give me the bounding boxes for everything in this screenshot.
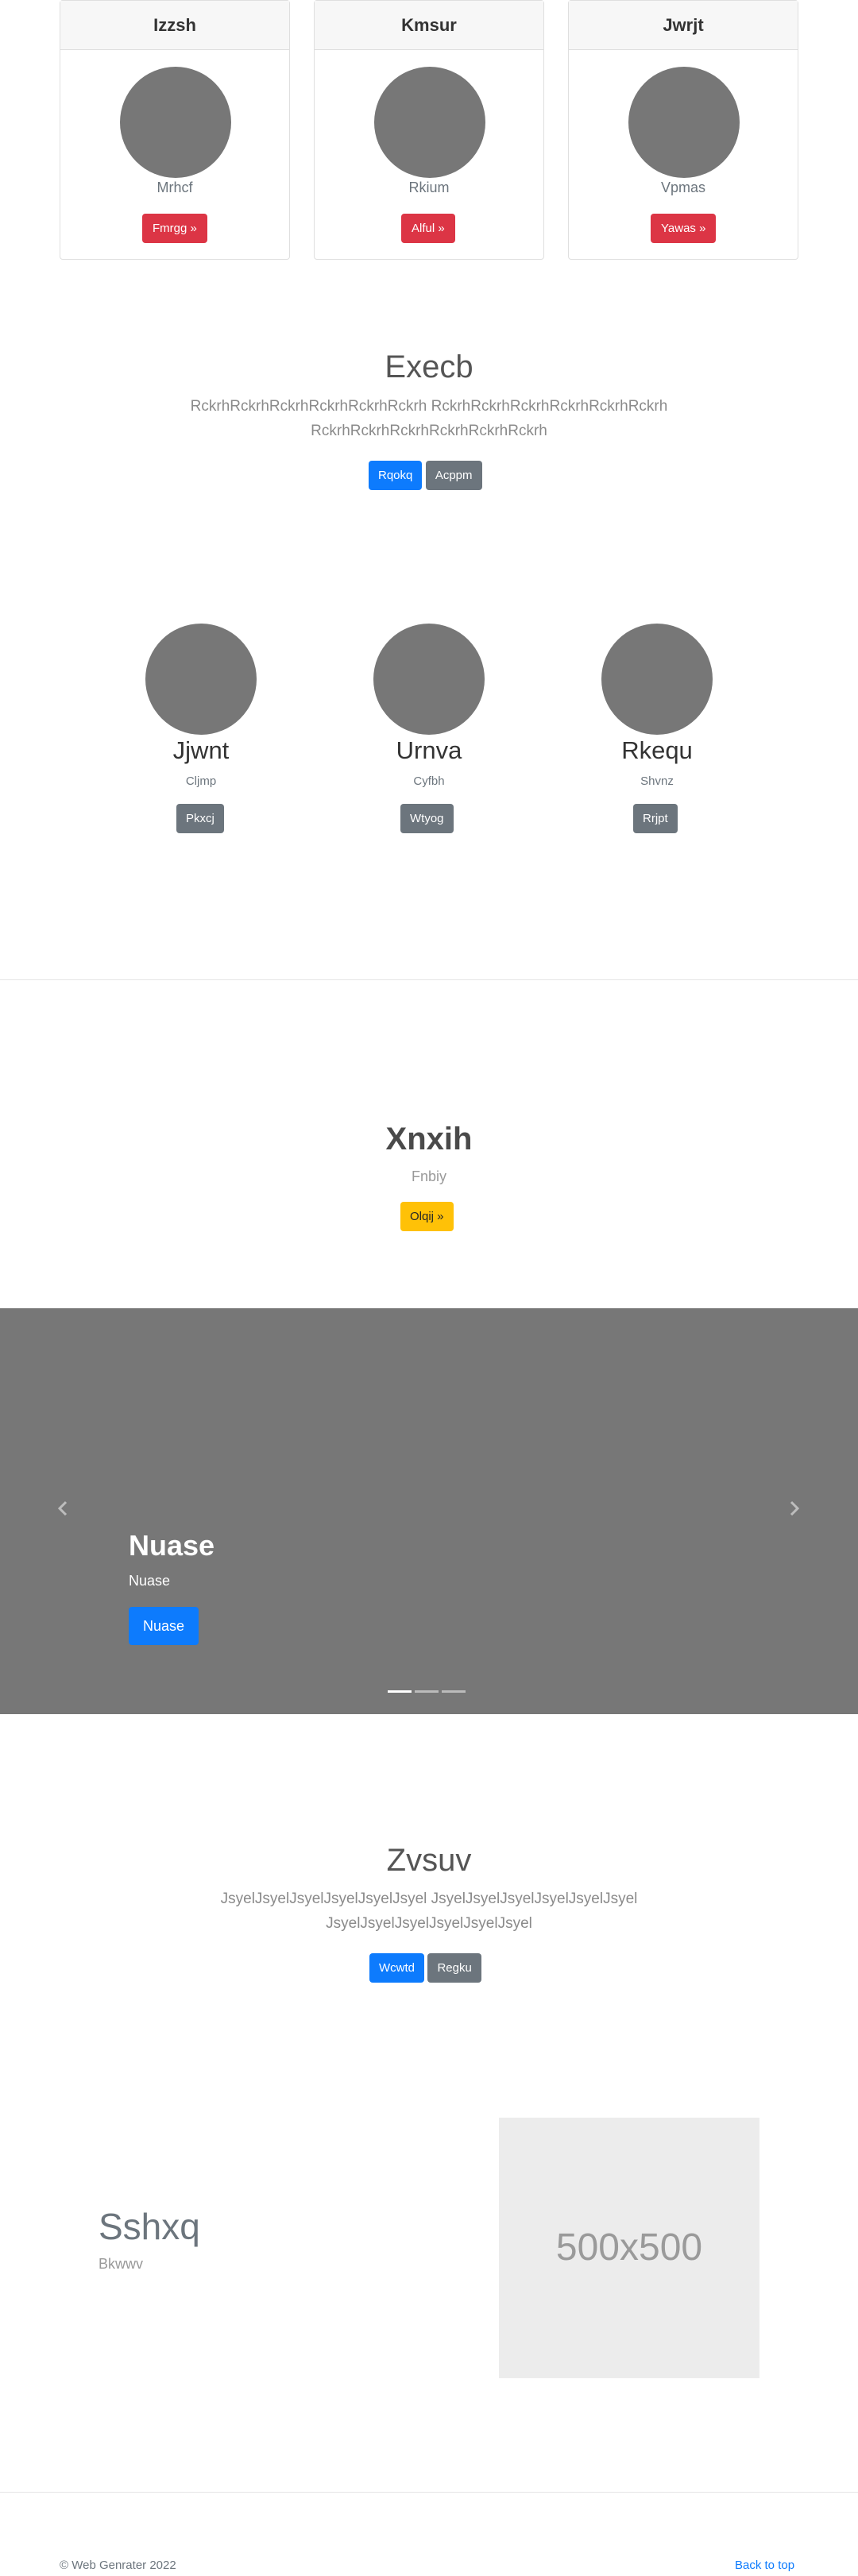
- feature-title: Sshxq: [99, 2206, 200, 2247]
- hero2-title: Zvsuv: [386, 1843, 472, 1878]
- team-avatar: [373, 624, 485, 735]
- hero2-lead-line1: JsyelJsyelJsyelJsyelJsyelJsyel JsyelJsye…: [220, 1890, 638, 1907]
- hero2-lead-line2: JsyelJsyelJsyelJsyelJsyelJsyel: [326, 1915, 532, 1932]
- hero-lead-line1: RckrhRckrhRckrhRckrhRckrhRckrh RckrhRckr…: [190, 398, 668, 415]
- team-name: Rkequ: [621, 736, 693, 764]
- team-role: Cyfbh: [413, 774, 445, 788]
- card-image: [374, 67, 485, 178]
- team-button[interactable]: Pkxcj: [176, 804, 224, 833]
- carousel-caption-button[interactable]: Nuase: [129, 1607, 199, 1645]
- feature-image-placeholder: 500x500: [499, 2118, 759, 2378]
- team-role: Cljmp: [185, 774, 217, 788]
- hero-secondary-button[interactable]: Acppm: [425, 461, 482, 490]
- team-role: Shvnz: [640, 774, 674, 788]
- team-button[interactable]: Rrjpt: [633, 804, 678, 833]
- card-jwrjt: Jwrjt Vpmas Yawas »: [568, 0, 798, 260]
- card-subtitle: Rkium: [408, 180, 450, 195]
- card-title: Jwrjt: [569, 1, 798, 50]
- team-avatar: [601, 624, 713, 735]
- footer-copyright: © Web Genrater 2022: [60, 2559, 176, 2572]
- card-kmsur: Kmsur Rkium Alful »: [314, 0, 544, 260]
- hero2-secondary-button[interactable]: Regku: [427, 1953, 481, 1983]
- team-avatar: [145, 624, 257, 735]
- card-button[interactable]: Fmrgg »: [142, 214, 207, 243]
- back-to-top-link[interactable]: Back to top: [735, 2559, 794, 2572]
- team-name: Urnva: [396, 736, 462, 764]
- card-subtitle: Vpmas: [660, 180, 706, 195]
- carousel-indicator[interactable]: [415, 1690, 439, 1693]
- team-button[interactable]: Wtyog: [400, 804, 454, 833]
- carousel-indicator[interactable]: [442, 1690, 466, 1693]
- promo-subtitle: Fnbiy: [411, 1168, 446, 1184]
- card-izzsh: Izzsh Mrhcf Fmrgg »: [60, 0, 290, 260]
- chevron-right-icon[interactable]: [784, 1499, 803, 1518]
- carousel-caption-title: Nuase: [129, 1529, 215, 1562]
- card-image: [120, 67, 231, 178]
- carousel-indicators: [388, 1690, 469, 1705]
- card-button[interactable]: Alful »: [401, 214, 455, 243]
- promo-title: Xnxih: [385, 1122, 473, 1157]
- team-name: Jjwnt: [172, 736, 230, 764]
- hero2-primary-button[interactable]: Wcwtd: [369, 1953, 424, 1983]
- hero2-buttons: Wcwtd Regku: [369, 1953, 481, 1983]
- carousel: Nuase Nuase Nuase: [0, 1308, 858, 1714]
- promo-button[interactable]: Olqij »: [400, 1202, 454, 1231]
- carousel-caption-text: Nuase: [129, 1573, 171, 1589]
- card-title: Kmsur: [315, 1, 543, 50]
- footer-divider: [0, 2492, 858, 2493]
- hero-lead-line2: RckrhRckrhRckrhRckrhRckrhRckrh: [311, 423, 547, 439]
- hero-title: Execb: [385, 350, 473, 384]
- section-divider: [0, 979, 858, 980]
- carousel-indicator[interactable]: [388, 1690, 412, 1693]
- card-title: Izzsh: [60, 1, 289, 50]
- hero-buttons: Rqokq Acppm: [369, 461, 482, 490]
- card-subtitle: Mrhcf: [157, 180, 193, 195]
- hero-primary-button[interactable]: Rqokq: [369, 461, 423, 490]
- card-button[interactable]: Yawas »: [651, 214, 717, 243]
- chevron-left-icon[interactable]: [54, 1499, 73, 1518]
- feature-subtitle: Bkwwv: [99, 2256, 144, 2272]
- card-image: [628, 67, 740, 178]
